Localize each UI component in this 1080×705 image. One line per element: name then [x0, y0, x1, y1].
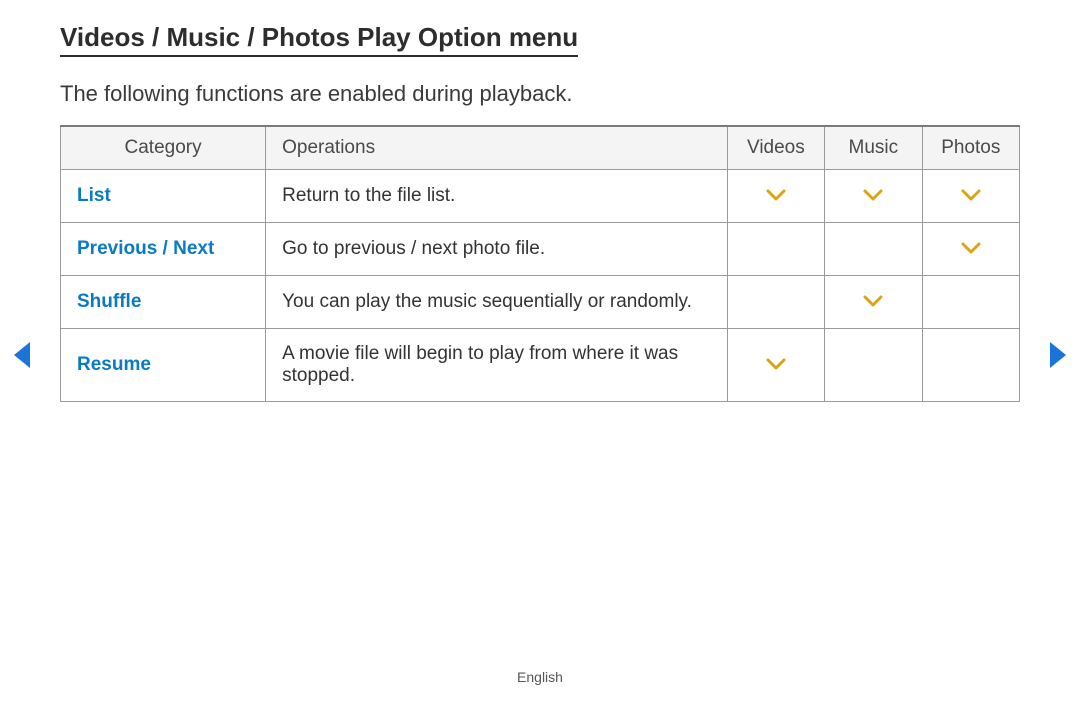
- col-header-music: Music: [825, 126, 922, 170]
- options-table: Category Operations Videos Music Photos …: [60, 125, 1020, 402]
- row-videos-cell: [727, 329, 824, 402]
- row-videos-cell: [727, 223, 824, 276]
- row-videos-cell: [727, 170, 824, 223]
- row-category: Previous / Next: [61, 223, 266, 276]
- row-videos-cell: [727, 276, 824, 329]
- table-row: ListReturn to the file list.: [61, 170, 1020, 223]
- row-music-cell: [825, 329, 922, 402]
- check-icon: [766, 184, 786, 206]
- row-photos-cell: [922, 276, 1019, 329]
- row-music-cell: [825, 223, 922, 276]
- check-icon: [766, 353, 786, 375]
- row-operations: Go to previous / next photo file.: [266, 223, 728, 276]
- check-icon: [863, 290, 883, 312]
- row-operations: A movie file will begin to play from whe…: [266, 329, 728, 402]
- table-body: ListReturn to the file list.Previous / N…: [61, 170, 1020, 402]
- row-operations: Return to the file list.: [266, 170, 728, 223]
- col-header-category: Category: [61, 126, 266, 170]
- row-category: List: [61, 170, 266, 223]
- triangle-right-icon: [1046, 340, 1070, 370]
- footer-language: English: [0, 669, 1080, 685]
- table-header-row: Category Operations Videos Music Photos: [61, 126, 1020, 170]
- check-icon: [863, 184, 883, 206]
- row-music-cell: [825, 276, 922, 329]
- page-title: Videos / Music / Photos Play Option menu: [60, 22, 578, 57]
- row-photos-cell: [922, 223, 1019, 276]
- table-row: Previous / NextGo to previous / next pho…: [61, 223, 1020, 276]
- row-music-cell: [825, 170, 922, 223]
- col-header-photos: Photos: [922, 126, 1019, 170]
- check-icon: [961, 237, 981, 259]
- table-row: ResumeA movie file will begin to play fr…: [61, 329, 1020, 402]
- check-icon: [961, 184, 981, 206]
- triangle-left-icon: [10, 340, 34, 370]
- intro-text: The following functions are enabled duri…: [60, 81, 1020, 107]
- prev-page-arrow[interactable]: [10, 340, 34, 370]
- row-operations: You can play the music sequentially or r…: [266, 276, 728, 329]
- row-photos-cell: [922, 329, 1019, 402]
- col-header-videos: Videos: [727, 126, 824, 170]
- next-page-arrow[interactable]: [1046, 340, 1070, 370]
- row-photos-cell: [922, 170, 1019, 223]
- row-category: Shuffle: [61, 276, 266, 329]
- row-category: Resume: [61, 329, 266, 402]
- table-row: ShuffleYou can play the music sequential…: [61, 276, 1020, 329]
- col-header-operations: Operations: [266, 126, 728, 170]
